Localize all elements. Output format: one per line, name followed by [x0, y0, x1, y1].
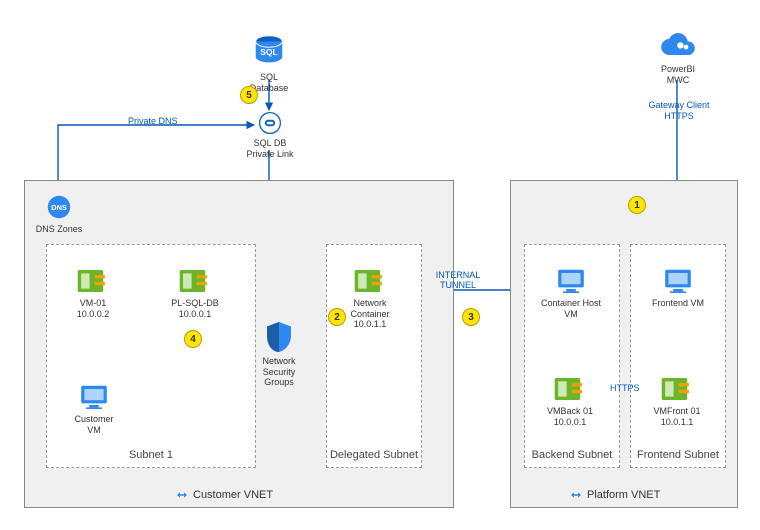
platform-vnet-title: Platform VNET — [587, 489, 660, 501]
netcontainer-node: Network Container 10.0.1.1 — [342, 266, 398, 329]
private-dns-label: Private DNS — [128, 116, 178, 126]
vmback-node: VMBack 01 10.0.0.1 — [544, 374, 596, 427]
containerhost-node: Container Host VM — [536, 266, 606, 319]
vm-icon — [555, 266, 587, 296]
frontendvm-node: Frontend VM — [648, 266, 708, 309]
vmfront-ip: 10.0.1.1 — [650, 417, 704, 427]
plsqldb-node: PL-SQL-DB 10.0.0.1 — [170, 266, 220, 319]
privatelink-icon — [257, 110, 283, 136]
sql-privatelink-label: SQL DB Private Link — [240, 138, 300, 159]
nic-icon — [660, 374, 694, 404]
dns-icon: DNS — [44, 192, 74, 222]
containerhost-label: Container Host VM — [536, 298, 606, 319]
vm01-node: VM-01 10.0.0.2 — [70, 266, 116, 319]
vm01-ip: 10.0.0.2 — [70, 309, 116, 319]
https-label: HTTPS — [610, 383, 640, 393]
step-marker-2: 2 — [328, 308, 346, 326]
cloud-icon — [658, 32, 698, 62]
vm-icon — [78, 382, 110, 412]
nic-icon — [178, 266, 212, 296]
plsqldb-label: PL-SQL-DB — [170, 298, 220, 308]
vmfront-node: VMFront 01 10.0.1.1 — [650, 374, 704, 427]
sql-database-icon: SQL — [250, 32, 288, 70]
nic-icon — [76, 266, 110, 296]
vm01-label: VM-01 — [70, 298, 116, 308]
vmback-ip: 10.0.0.1 — [544, 417, 596, 427]
dns-zones-label: DNS Zones — [34, 224, 84, 234]
step-marker-1: 1 — [628, 196, 646, 214]
sql-database-node: SQL SQL Database — [244, 32, 294, 93]
backend-subnet-title: Backend Subnet — [525, 449, 619, 461]
step-marker-5: 5 — [240, 86, 258, 104]
sql-privatelink-node: SQL DB Private Link — [240, 110, 300, 159]
subnet-1-title: Subnet 1 — [47, 449, 255, 461]
step-marker-4: 4 — [184, 330, 202, 348]
frontend-subnet-title: Frontend Subnet — [631, 449, 725, 461]
internal-tunnel-label: INTERNAL TUNNEL — [426, 270, 490, 291]
svg-text:DNS: DNS — [51, 203, 67, 212]
vnet-icon — [569, 488, 583, 502]
gateway-label: Gateway Client HTTPS — [636, 100, 722, 123]
vmback-label: VMBack 01 — [544, 406, 596, 416]
delegated-subnet-title: Delegated Subnet — [327, 449, 421, 461]
step-marker-3: 3 — [462, 308, 480, 326]
nsg-node: Network Security Groups — [256, 320, 302, 387]
plsqldb-ip: 10.0.0.1 — [170, 309, 220, 319]
shield-icon — [264, 320, 294, 354]
powerbi-node: PowerBI MWC — [651, 32, 705, 85]
netcontainer-label: Network Container — [342, 298, 398, 319]
netcontainer-ip: 10.0.1.1 — [342, 319, 398, 329]
vmfront-label: VMFront 01 — [650, 406, 704, 416]
customer-vm-node: Customer VM — [70, 382, 118, 435]
frontendvm-label: Frontend VM — [648, 298, 708, 308]
dns-zones-node: DNS DNS Zones — [34, 192, 84, 235]
customer-vm-label: Customer VM — [70, 414, 118, 435]
nic-icon — [353, 266, 387, 296]
nsg-label: Network Security Groups — [256, 356, 302, 387]
nic-icon — [553, 374, 587, 404]
vm-icon — [662, 266, 694, 296]
powerbi-label: PowerBI MWC — [651, 64, 705, 85]
customer-vnet-title: Customer VNET — [193, 489, 273, 501]
svg-text:SQL: SQL — [260, 47, 278, 57]
vnet-icon — [175, 488, 189, 502]
